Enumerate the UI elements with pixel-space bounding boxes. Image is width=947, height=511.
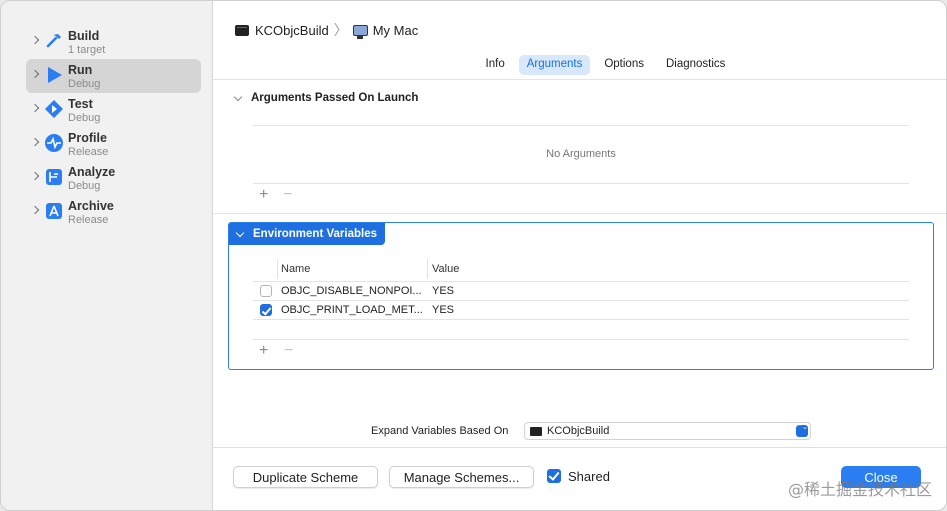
sidebar-item-title: Build xyxy=(68,29,100,43)
sidebar-item-analyze[interactable]: Analyze Debug xyxy=(26,161,201,195)
chevron-down-icon xyxy=(233,92,243,101)
no-arguments-text: No Arguments xyxy=(546,148,616,160)
add-argument-button[interactable]: + xyxy=(259,186,268,204)
divider xyxy=(253,300,909,301)
remove-variable-button[interactable]: − xyxy=(284,342,293,360)
scheme-actions-sidebar: Build 1 target Run Debug Test Debug Prof… xyxy=(1,1,213,510)
divider xyxy=(253,339,909,340)
hammer-icon xyxy=(46,34,61,48)
sidebar-item-test[interactable]: Test Debug xyxy=(26,93,201,127)
divider xyxy=(213,447,946,448)
row-enabled-checkbox[interactable] xyxy=(260,285,272,297)
chevron-right-icon[interactable] xyxy=(30,137,40,147)
instruments-icon xyxy=(45,134,63,152)
breadcrumb-separator: 〉 xyxy=(333,22,348,38)
chevron-right-icon[interactable] xyxy=(30,35,40,45)
chevron-right-icon[interactable] xyxy=(30,69,40,79)
arguments-section-header[interactable]: Arguments Passed On Launch xyxy=(233,92,419,104)
divider xyxy=(213,213,946,214)
variable-value[interactable]: YES xyxy=(432,285,454,297)
sidebar-item-subtitle: Debug xyxy=(68,180,101,192)
analyze-icon xyxy=(46,169,62,185)
sidebar-item-subtitle: Release xyxy=(68,146,109,158)
shared-label[interactable]: Shared xyxy=(568,469,610,484)
manage-schemes-button[interactable]: Manage Schemes... xyxy=(389,466,534,488)
archive-app-icon xyxy=(46,203,62,219)
sidebar-item-run[interactable]: Run Debug xyxy=(26,59,201,93)
sidebar-item-archive[interactable]: Archive Release xyxy=(26,195,201,229)
tab-arguments[interactable]: Arguments xyxy=(518,55,591,75)
sidebar-item-subtitle: 1 target xyxy=(68,44,106,56)
environment-variables-section: Environment Variables Name Value OBJC_DI… xyxy=(228,222,934,370)
variable-name[interactable]: OBJC_DISABLE_NONPOI... xyxy=(281,285,422,297)
terminal-icon xyxy=(235,24,249,36)
chevron-right-icon[interactable] xyxy=(30,103,40,113)
column-divider xyxy=(427,259,428,279)
mac-display-icon xyxy=(352,24,368,39)
expand-variables-label: Expand Variables Based On xyxy=(371,425,509,437)
variable-value[interactable]: YES xyxy=(432,304,454,316)
chevron-right-icon[interactable] xyxy=(30,205,40,215)
breadcrumb-destination[interactable]: My Mac xyxy=(373,23,419,38)
sidebar-item-title: Archive xyxy=(68,199,114,213)
sidebar-item-title: Profile xyxy=(68,131,107,145)
tab-options[interactable]: Options xyxy=(596,55,652,75)
row-enabled-checkbox[interactable] xyxy=(260,304,272,316)
expand-variables-select[interactable]: KCObjcBuild ⌃⌄ xyxy=(524,422,811,440)
arguments-section-title: Arguments Passed On Launch xyxy=(251,92,419,104)
sidebar-item-build[interactable]: Build 1 target xyxy=(26,25,201,59)
watermark-text: @稀土掘金技术社区 xyxy=(787,480,932,499)
sidebar-item-subtitle: Debug xyxy=(68,112,101,124)
scheme-detail-pane: KCObjcBuild 〉 My Mac Info Arguments Opti… xyxy=(213,1,946,510)
sidebar-item-subtitle: Release xyxy=(68,214,109,226)
shared-checkbox[interactable] xyxy=(547,469,561,483)
tab-bar: Info Arguments Options Diagnostics xyxy=(213,55,946,75)
sidebar-item-title: Test xyxy=(68,97,93,111)
test-diamond-icon xyxy=(45,100,63,118)
remove-argument-button[interactable]: − xyxy=(283,186,292,204)
environment-section-title: Environment Variables xyxy=(253,228,377,240)
sidebar-item-title: Analyze xyxy=(68,165,116,179)
breadcrumb-scheme[interactable]: KCObjcBuild xyxy=(255,23,329,38)
sidebar-item-subtitle: Debug xyxy=(68,78,101,90)
divider xyxy=(213,79,946,80)
environment-section-header[interactable]: Environment Variables xyxy=(229,223,385,245)
add-variable-button[interactable]: + xyxy=(259,342,268,360)
divider xyxy=(253,125,909,126)
scheme-editor-window: Build 1 target Run Debug Test Debug Prof… xyxy=(0,0,947,511)
column-header-name[interactable]: Name xyxy=(281,263,310,275)
play-icon xyxy=(48,67,62,83)
chevron-right-icon[interactable] xyxy=(30,171,40,181)
duplicate-scheme-button[interactable]: Duplicate Scheme xyxy=(233,466,378,488)
terminal-icon xyxy=(530,426,542,436)
divider xyxy=(253,319,909,320)
updown-arrow-icon: ⌃⌄ xyxy=(796,424,808,437)
sidebar-item-title: Run xyxy=(68,63,93,77)
breadcrumb: KCObjcBuild 〉 My Mac xyxy=(235,21,418,39)
expand-variables-value: KCObjcBuild xyxy=(547,425,610,437)
tab-diagnostics[interactable]: Diagnostics xyxy=(658,55,733,75)
column-header-value[interactable]: Value xyxy=(432,263,459,275)
divider xyxy=(253,183,909,184)
divider xyxy=(253,281,909,282)
chevron-down-icon xyxy=(235,228,245,237)
sidebar-item-profile[interactable]: Profile Release xyxy=(26,127,201,161)
variable-name[interactable]: OBJC_PRINT_LOAD_MET... xyxy=(281,304,423,316)
column-divider xyxy=(277,259,278,279)
tab-info[interactable]: Info xyxy=(478,55,513,75)
